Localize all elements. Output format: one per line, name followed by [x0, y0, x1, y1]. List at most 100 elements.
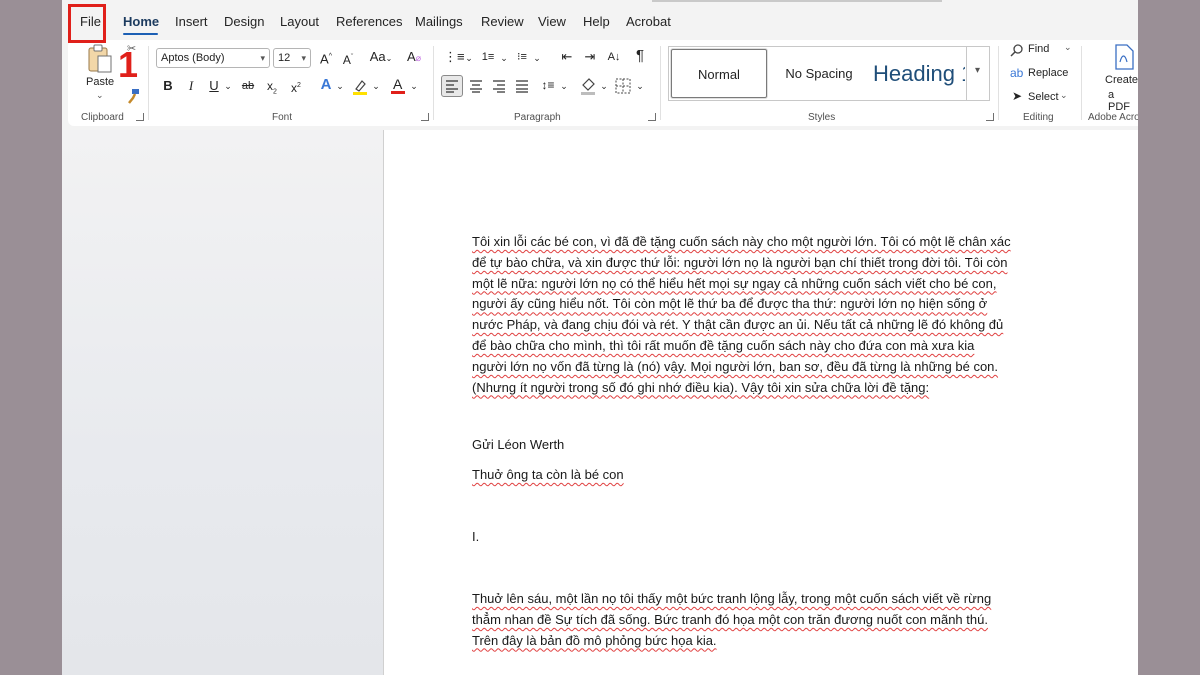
font-color-dropdown-icon[interactable]: ⌄ — [406, 78, 422, 94]
separator — [998, 46, 999, 120]
strikethrough-icon[interactable]: ab — [240, 78, 256, 94]
paste-label[interactable]: Paste — [86, 76, 114, 88]
find-button[interactable]: Find — [1028, 43, 1049, 55]
search-icon[interactable] — [1010, 43, 1024, 57]
justify-icon[interactable] — [512, 76, 532, 96]
style-normal[interactable]: Normal — [671, 49, 767, 98]
clipboard-group-label: Clipboard — [81, 112, 124, 123]
chevron-down-icon: ▾ — [260, 53, 265, 63]
text-effects-dropdown-icon[interactable]: ⌄ — [332, 78, 348, 94]
bold-icon[interactable]: B — [160, 78, 176, 94]
dedication-line-1[interactable]: Gửi Léon Werth — [472, 435, 1052, 456]
numbering-icon[interactable]: 1≡ — [478, 49, 498, 65]
tab-insert[interactable]: Insert — [175, 14, 208, 29]
line-spacing-dropdown-icon[interactable]: ⌄ — [556, 78, 572, 94]
subscript-icon[interactable]: x2 — [264, 78, 280, 100]
numbering-dropdown-icon[interactable]: ⌄ — [496, 50, 512, 66]
superscript-icon[interactable]: x2 — [288, 78, 304, 96]
change-case-icon[interactable]: Aa⌄ — [366, 49, 396, 67]
chapter-heading[interactable]: I. — [472, 527, 1052, 548]
align-center-icon[interactable] — [466, 76, 486, 96]
borders-icon[interactable] — [614, 77, 632, 95]
shrink-font-icon[interactable]: Aˇ — [340, 50, 356, 68]
document-left-margin — [62, 130, 383, 675]
tab-references[interactable]: References — [336, 14, 402, 29]
paragraph-launcher-icon[interactable] — [648, 113, 656, 121]
align-left-button[interactable] — [441, 75, 463, 97]
clipboard-launcher-icon[interactable] — [136, 113, 144, 121]
italic-icon[interactable]: I — [183, 78, 199, 94]
borders-dropdown-icon[interactable]: ⌄ — [632, 78, 648, 94]
clear-formatting-icon[interactable]: A⌀ — [406, 49, 422, 66]
decrease-indent-icon[interactable]: ⇤ — [558, 49, 576, 65]
select-cursor-icon[interactable]: ➤ — [1012, 89, 1022, 103]
tab-home[interactable]: Home — [123, 14, 159, 29]
styles-more-icon[interactable]: ▾ — [966, 46, 988, 101]
tab-acrobat[interactable]: Acrobat — [626, 14, 671, 29]
dedication-line-2[interactable]: Thuở ông ta còn là bé con — [472, 465, 1052, 486]
font-launcher-icon[interactable] — [421, 113, 429, 121]
line-spacing-icon[interactable]: ↕≡ — [538, 77, 558, 93]
multilevel-dropdown-icon[interactable]: ⌄ — [529, 50, 545, 66]
step-number-annotation: 1 — [118, 44, 139, 85]
tab-layout[interactable]: Layout — [280, 14, 319, 29]
replace-button[interactable]: Replace — [1028, 67, 1068, 79]
font-size-select[interactable]: 12 ▾ — [273, 48, 311, 68]
sort-icon[interactable]: A↓ — [605, 49, 623, 65]
styles-group-label: Styles — [808, 112, 836, 123]
ribbon-home: Paste ⌄ ✂ Clipboard Aptos (Body) ▾ 12 ▾ … — [68, 40, 1138, 126]
text-line: để bào chữa cho mình, thì tôi rất muốn đ… — [472, 337, 975, 353]
separator — [660, 46, 661, 120]
style-heading-1[interactable]: Heading 1 — [869, 49, 965, 98]
text-line: Trên đây là bản đồ mô phỏng bức họa kia. — [472, 632, 717, 648]
file-tab-highlight — [68, 4, 106, 43]
font-color-icon[interactable]: A — [390, 76, 406, 96]
separator — [1081, 46, 1082, 120]
select-button[interactable]: Select — [1028, 91, 1059, 103]
paragraph-group-label: Paragraph — [514, 112, 561, 123]
text-line: để tự bào chữa, và xin được thứ lỗi: ngư… — [472, 254, 1008, 270]
replace-icon[interactable]: ab — [1010, 66, 1023, 80]
tab-review[interactable]: Review — [481, 14, 524, 29]
highlight-dropdown-icon[interactable]: ⌄ — [368, 78, 384, 94]
align-right-icon[interactable] — [489, 76, 509, 96]
tab-mailings[interactable]: Mailings — [415, 14, 463, 29]
create-pdf-icon[interactable] — [1113, 44, 1135, 70]
text-line: Tôi xin lỗi các bé con, vì đã đề tặng cu… — [472, 234, 1011, 249]
tab-help[interactable]: Help — [583, 14, 610, 29]
tab-design[interactable]: Design — [224, 14, 264, 29]
shading-dropdown-icon[interactable]: ⌄ — [596, 78, 612, 94]
create-pdf-label-2[interactable]: a PDF — [1108, 89, 1138, 113]
highlight-icon[interactable] — [352, 78, 368, 96]
bullets-dropdown-icon[interactable]: ⌄ — [461, 50, 477, 66]
font-size-value: 12 — [278, 52, 291, 64]
paste-chevron-icon[interactable]: ⌄ — [96, 90, 104, 101]
document-page[interactable]: Tôi xin lỗi các bé con, vì đã đề tặng cu… — [383, 130, 1138, 675]
styles-gallery: Normal No Spacing Heading 1 — [668, 46, 990, 101]
chevron-down-icon: ▾ — [301, 53, 306, 63]
show-formatting-icon[interactable]: ¶ — [631, 48, 649, 64]
font-name-select[interactable]: Aptos (Body) ▾ — [156, 48, 270, 68]
styles-launcher-icon[interactable] — [986, 113, 994, 121]
text-line: (Nhưng ít người trong số đó ghi nhớ điều… — [472, 379, 930, 395]
format-painter-icon[interactable] — [126, 88, 140, 104]
tab-view[interactable]: View — [538, 14, 566, 29]
paragraph-dedication[interactable]: Tôi xin lỗi các bé con, vì đã đề tặng cu… — [472, 232, 1052, 398]
create-pdf-label-1[interactable]: Create — [1105, 74, 1138, 86]
style-no-spacing[interactable]: No Spacing — [769, 49, 869, 98]
editing-group-label: Editing — [1023, 112, 1054, 123]
increase-indent-icon[interactable]: ⇥ — [581, 49, 599, 65]
paste-icon[interactable] — [86, 44, 114, 74]
paragraph-chapter-1[interactable]: Thuở lên sáu, một lần nọ tôi thấy một bứ… — [472, 589, 1052, 651]
underline-dropdown-icon[interactable]: ⌄ — [220, 78, 236, 94]
acrobat-group-label: Adobe Acrobat — [1088, 112, 1138, 123]
select-dropdown-icon[interactable]: ⌄ — [1060, 90, 1068, 101]
word-window: File Home Insert Design Layout Reference… — [62, 0, 1138, 675]
text-line: người ấy cũng hiểu nốt. Tôi còn một lẽ t… — [472, 296, 988, 312]
svg-text:A: A — [393, 76, 403, 92]
find-dropdown-icon[interactable]: ⌄ — [1064, 42, 1072, 53]
text-line: người lớn nọ vốn đã từng là (nó) vậy. Mọ… — [472, 358, 999, 374]
separator — [433, 46, 434, 120]
grow-font-icon[interactable]: A^ — [318, 49, 334, 67]
text-line: một lẽ nữa: người lớn nọ có thể hiểu hết… — [472, 275, 997, 291]
